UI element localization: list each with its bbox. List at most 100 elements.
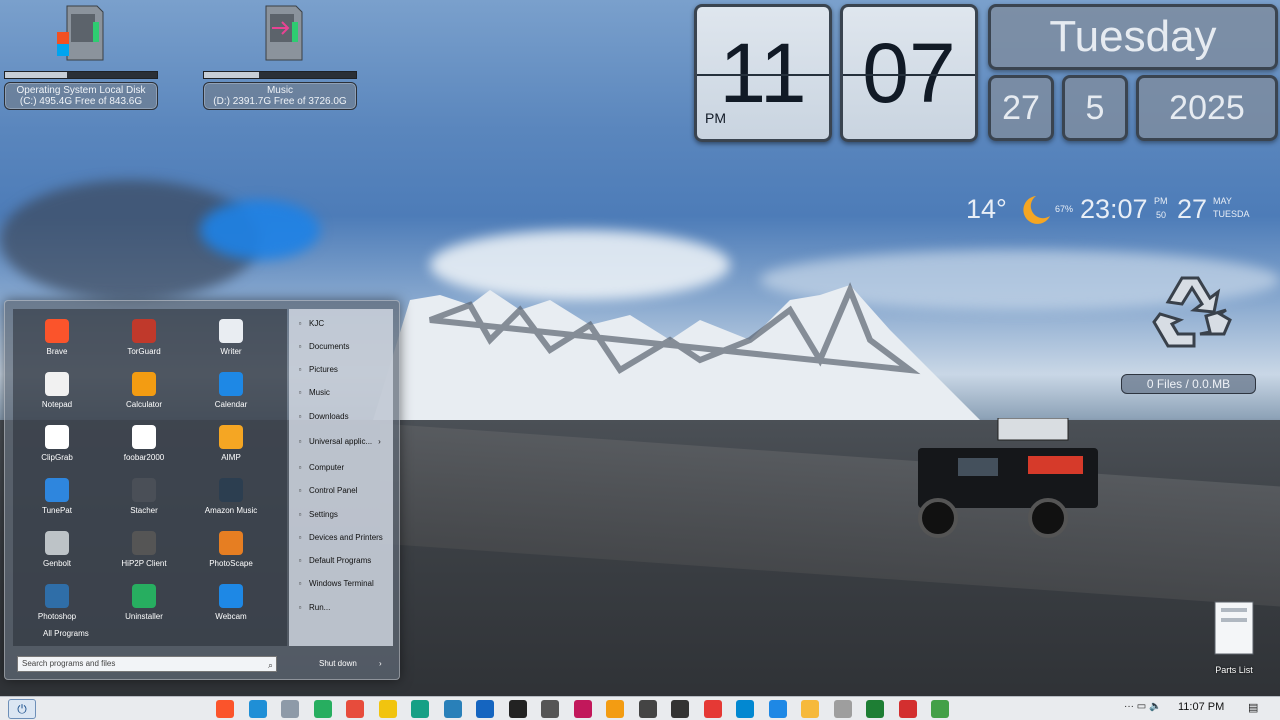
water-drop-icon[interactable] bbox=[606, 700, 624, 718]
drive-label: Operating System Local Disk (C:) 495.4G … bbox=[4, 82, 158, 110]
drive-usage-bar bbox=[4, 71, 158, 79]
start-app-item[interactable]: TorGuard bbox=[100, 319, 188, 356]
chevron-right-icon: › bbox=[379, 659, 382, 668]
start-app-item[interactable]: Webcam bbox=[187, 584, 275, 621]
upload-icon bbox=[219, 584, 243, 608]
start-place-item[interactable]: ▫ Music bbox=[295, 385, 330, 401]
hard-drive-icon bbox=[57, 5, 104, 61]
weather-icon[interactable] bbox=[801, 700, 819, 718]
start-app-item[interactable]: Notepad bbox=[13, 372, 101, 409]
malwarebytes-icon[interactable] bbox=[476, 700, 494, 718]
sync-icon[interactable] bbox=[411, 700, 429, 718]
start-place-item[interactable]: ▫ Computer bbox=[295, 459, 345, 475]
headphones-icon bbox=[219, 425, 243, 449]
excel-icon[interactable] bbox=[866, 700, 884, 718]
start-app-label: Stacher bbox=[130, 506, 158, 515]
edge-icon[interactable] bbox=[248, 700, 267, 718]
shutdown-label: Shut down bbox=[319, 659, 357, 668]
drive-d-widget[interactable]: Music (D:) 2391.7G Free of 3726.0G bbox=[203, 2, 357, 110]
usb-drive-icon bbox=[265, 5, 303, 61]
start-app-item[interactable]: Calendar bbox=[187, 372, 275, 409]
start-app-item[interactable]: Genbolt bbox=[13, 531, 101, 568]
clock-hour: 11 PM bbox=[694, 4, 832, 142]
recycle-bin-icon[interactable] bbox=[1138, 270, 1238, 360]
flipboard-icon[interactable] bbox=[703, 700, 722, 718]
start-button[interactable]: ⏻ bbox=[8, 699, 36, 719]
start-place-label: Settings bbox=[309, 509, 338, 519]
drive-usage-bar bbox=[203, 71, 357, 79]
start-app-item[interactable]: Uninstaller bbox=[100, 584, 188, 621]
start-place-item[interactable]: ▫ Pictures bbox=[295, 362, 338, 378]
start-place-item[interactable]: ▫ Devices and Printers bbox=[295, 529, 383, 545]
cursor-icon[interactable] bbox=[443, 700, 462, 718]
vpn-shield-icon bbox=[132, 319, 156, 343]
start-place-item[interactable]: ▫ Downloads bbox=[295, 408, 349, 424]
start-app-item[interactable]: foobar2000 bbox=[100, 425, 188, 462]
run-icon: ▫ bbox=[298, 602, 302, 612]
printer-icon: ▫ bbox=[298, 532, 302, 542]
drive-c-widget[interactable]: Operating System Local Disk (C:) 495.4G … bbox=[4, 2, 158, 110]
photoscape-icon bbox=[219, 531, 243, 555]
start-app-item[interactable]: TunePat bbox=[13, 478, 101, 515]
documents-icon: ▫ bbox=[298, 341, 302, 351]
network-icon[interactable]: ▭ bbox=[1137, 701, 1146, 712]
paint-icon[interactable] bbox=[378, 700, 397, 718]
taskbar-clock[interactable]: 11:07 PM bbox=[1178, 701, 1224, 713]
folder-icon bbox=[1214, 601, 1254, 655]
upload-icon[interactable] bbox=[768, 700, 787, 718]
terminal-icon: ▫ bbox=[298, 579, 302, 589]
overflow-icon[interactable]: ··· bbox=[1124, 701, 1134, 712]
start-app-item[interactable]: AIMP bbox=[187, 425, 275, 462]
amazon-music-icon bbox=[219, 478, 243, 502]
start-place-item[interactable]: ▫ Run... bbox=[295, 599, 331, 615]
start-app-item[interactable]: Calculator bbox=[100, 372, 188, 409]
weather-temp: 14° bbox=[966, 194, 1007, 224]
all-programs-link[interactable]: All Programs bbox=[43, 629, 89, 638]
clock-minute-digits: 07 bbox=[862, 26, 956, 120]
foobar-icon[interactable] bbox=[671, 700, 689, 718]
start-app-item[interactable]: Brave bbox=[13, 319, 101, 356]
p-app-icon[interactable] bbox=[508, 700, 527, 718]
cloud-icon[interactable] bbox=[833, 700, 852, 718]
start-place-item[interactable]: ▫ KJC bbox=[295, 315, 325, 331]
start-app-item[interactable]: PhotoScape bbox=[187, 531, 275, 568]
steam-icon[interactable] bbox=[638, 700, 657, 718]
search-input[interactable]: Search programs and files ⌕ bbox=[17, 656, 277, 672]
start-app-item[interactable]: Photoshop bbox=[13, 584, 101, 621]
notepad-icon bbox=[45, 372, 69, 396]
start-place-item[interactable]: ▫ Settings bbox=[295, 506, 338, 522]
snow-mountains bbox=[370, 282, 980, 430]
start-place-label: Devices and Printers bbox=[309, 532, 383, 542]
record-icon[interactable] bbox=[898, 700, 917, 718]
clock-ampm: PM bbox=[705, 110, 726, 126]
start-place-item[interactable]: ▫ Documents bbox=[295, 338, 350, 354]
start-app-item[interactable]: Writer bbox=[187, 319, 275, 356]
color-picker-icon[interactable] bbox=[346, 700, 364, 718]
chevron-right-icon: › bbox=[378, 437, 381, 447]
notification-icon[interactable]: ▤ bbox=[1248, 701, 1258, 714]
start-place-item[interactable]: ▫ Control Panel bbox=[295, 483, 358, 499]
start-place-label: Downloads bbox=[309, 411, 349, 421]
start-place-item[interactable]: ▫ Universal applic... › bbox=[295, 434, 381, 450]
snip-icon[interactable] bbox=[736, 700, 754, 718]
webcam-icon bbox=[132, 531, 156, 555]
parts-list-shortcut[interactable]: Parts List bbox=[1208, 596, 1260, 676]
start-app-item[interactable]: HiP2P Client bbox=[100, 531, 188, 568]
start-app-item[interactable]: Amazon Music bbox=[187, 478, 275, 515]
start-app-item[interactable]: ClipGrab bbox=[13, 425, 101, 462]
weather-humidity: 67% bbox=[1055, 204, 1074, 214]
start-place-item[interactable]: ▫ Windows Terminal bbox=[295, 576, 374, 592]
network-icon[interactable] bbox=[313, 700, 332, 718]
brave-icon[interactable] bbox=[216, 700, 234, 718]
shutdown-button[interactable]: Shut down › bbox=[289, 654, 393, 674]
calculator-icon[interactable] bbox=[281, 700, 299, 718]
start-place-item[interactable]: ▫ Default Programs bbox=[295, 553, 372, 569]
camera-icon[interactable] bbox=[541, 700, 559, 718]
volume-icon[interactable]: 🔈 bbox=[1149, 701, 1161, 712]
bluestacks-icon[interactable] bbox=[931, 700, 949, 718]
start-app-label: foobar2000 bbox=[123, 453, 165, 462]
media-icon[interactable] bbox=[573, 700, 592, 718]
start-app-item[interactable]: Stacher bbox=[100, 478, 188, 515]
foobar-icon bbox=[132, 425, 156, 449]
brave-icon bbox=[45, 319, 69, 343]
